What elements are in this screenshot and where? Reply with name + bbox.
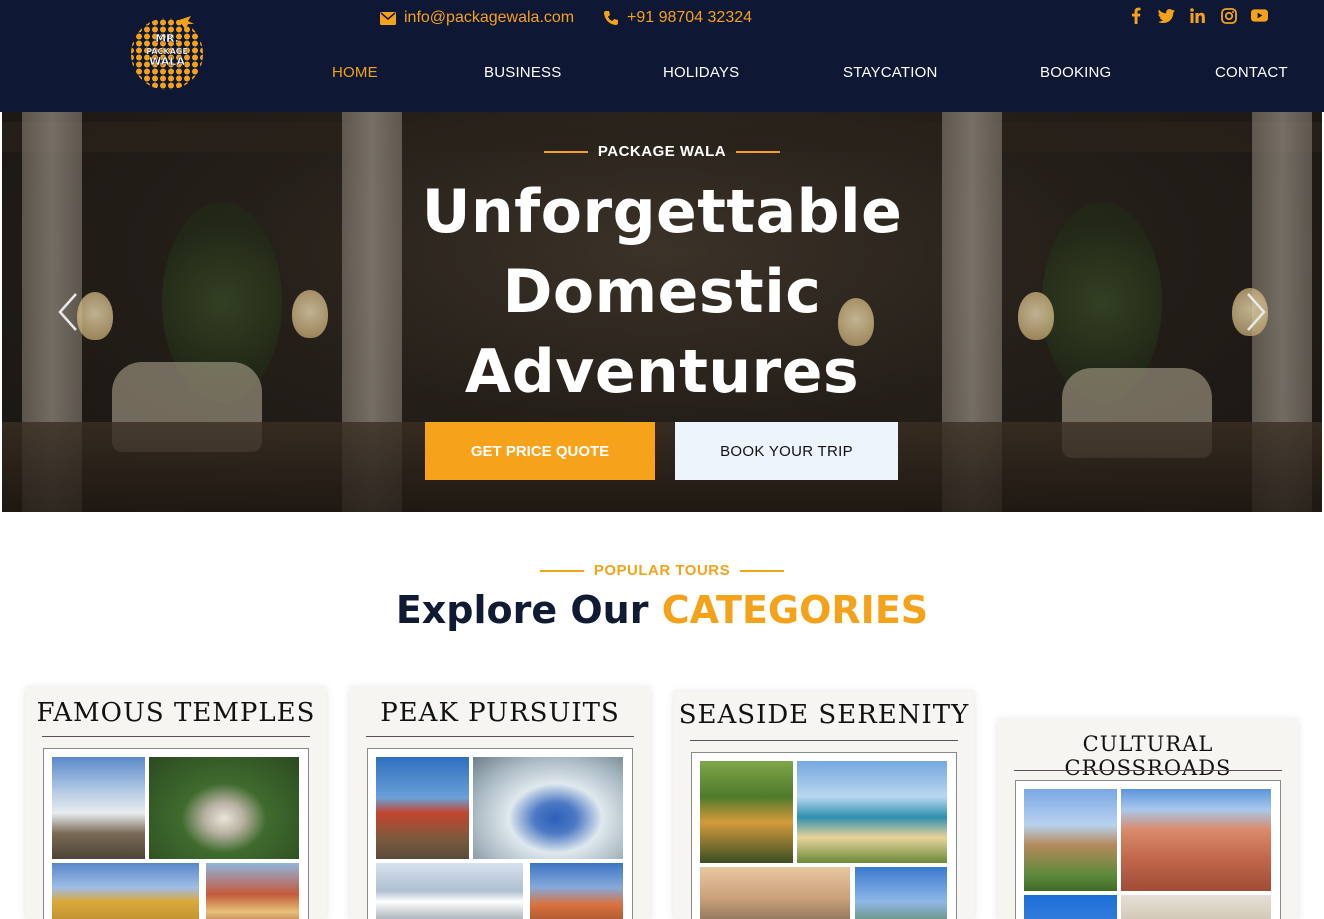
category-divider xyxy=(1014,770,1282,771)
nav-holidays[interactable]: HOLIDAYS xyxy=(663,64,739,86)
social-links xyxy=(1127,7,1268,24)
kicker-line-right xyxy=(736,151,781,154)
temple-photo xyxy=(52,863,199,919)
facebook-icon[interactable] xyxy=(1127,7,1144,24)
nav-contact[interactable]: CONTACT xyxy=(1215,64,1288,86)
hero-title-line: Domestic xyxy=(502,257,822,327)
nav-staycation[interactable]: STAYCATION xyxy=(843,64,938,86)
envelope-icon xyxy=(380,11,396,25)
youtube-icon[interactable] xyxy=(1251,7,1268,24)
brand-logo[interactable]: MR. PACKAGE WALA xyxy=(127,12,209,92)
category-title: SEASIDE SERENITY xyxy=(678,700,970,730)
section-kicker: POPULAR TOURS xyxy=(0,562,1324,579)
hero-bg-floor xyxy=(2,422,1322,512)
section-kicker-text: POPULAR TOURS xyxy=(593,562,731,579)
kicker-line-left xyxy=(539,570,584,573)
category-card-seaside-serenity[interactable]: SEASIDE SERENITY xyxy=(674,690,974,919)
mountain-photo xyxy=(376,863,523,919)
category-title: PEAK PURSUITS xyxy=(380,698,620,728)
hero-kicker: PACKAGE WALA xyxy=(0,143,1324,160)
temple-photo xyxy=(149,757,299,859)
hero-title-line: Adventures xyxy=(464,337,860,407)
temple-photo xyxy=(206,863,299,919)
heritage-photo xyxy=(1024,895,1117,919)
category-collage xyxy=(691,752,957,919)
logo-text-1: MR. xyxy=(155,32,179,45)
hero-title: Unforgettable Domestic Adventures xyxy=(0,172,1324,412)
category-title: FAMOUS TEMPLES xyxy=(36,698,316,728)
beach-photo xyxy=(700,867,850,919)
nav-home[interactable]: HOME xyxy=(332,64,378,86)
mountain-photo xyxy=(376,757,469,859)
twitter-icon[interactable] xyxy=(1158,7,1175,24)
logo-text-3: WALA xyxy=(149,55,185,68)
site-header: MR. PACKAGE WALA info@packagewala.com +9… xyxy=(0,0,1324,112)
category-collage xyxy=(1015,780,1281,919)
email-text: info@packagewala.com xyxy=(404,9,575,26)
mountain-photo xyxy=(530,863,623,919)
phone-text: +91 98704 32324 xyxy=(627,9,753,26)
heritage-photo xyxy=(1024,789,1117,891)
rafting-photo xyxy=(473,757,623,859)
instagram-icon[interactable] xyxy=(1220,7,1237,24)
category-card-famous-temples[interactable]: FAMOUS TEMPLES xyxy=(26,686,326,919)
heritage-photo xyxy=(1121,789,1271,891)
section-title-accent: CATEGORIES xyxy=(661,588,929,632)
nav-booking[interactable]: BOOKING xyxy=(1040,64,1111,86)
phone-link[interactable]: +91 98704 32324 xyxy=(603,8,752,28)
beach-photo xyxy=(855,867,947,919)
beach-photo xyxy=(797,761,947,863)
heritage-photo xyxy=(1121,895,1271,919)
category-divider xyxy=(42,736,310,737)
category-card-cultural-crossroads[interactable]: CULTURAL CROSSROADS xyxy=(998,718,1298,919)
kicker-line-left xyxy=(543,151,588,154)
hero-title-line: Unforgettable xyxy=(421,177,903,247)
nav-business[interactable]: BUSINESS xyxy=(484,64,561,86)
category-collage xyxy=(43,748,309,919)
category-title: CULTURAL CROSSROADS xyxy=(1064,732,1232,780)
hero-kicker-text: PACKAGE WALA xyxy=(597,143,727,160)
kicker-line-right xyxy=(740,570,785,573)
category-collage xyxy=(367,748,633,919)
temple-photo xyxy=(52,757,145,859)
phone-icon xyxy=(604,11,618,25)
linkedin-icon[interactable] xyxy=(1189,7,1206,24)
email-link[interactable]: info@packagewala.com xyxy=(380,8,574,28)
section-title-main: Explore Our xyxy=(395,588,649,632)
book-your-trip-button[interactable]: BOOK YOUR TRIP xyxy=(675,422,898,480)
get-price-quote-button[interactable]: GET PRICE QUOTE xyxy=(425,422,655,480)
category-divider xyxy=(690,740,958,741)
beach-photo xyxy=(700,761,793,863)
category-divider xyxy=(366,736,634,737)
section-title: Explore Our CATEGORIES xyxy=(0,588,1324,632)
category-card-peak-pursuits[interactable]: PEAK PURSUITS xyxy=(350,686,650,919)
